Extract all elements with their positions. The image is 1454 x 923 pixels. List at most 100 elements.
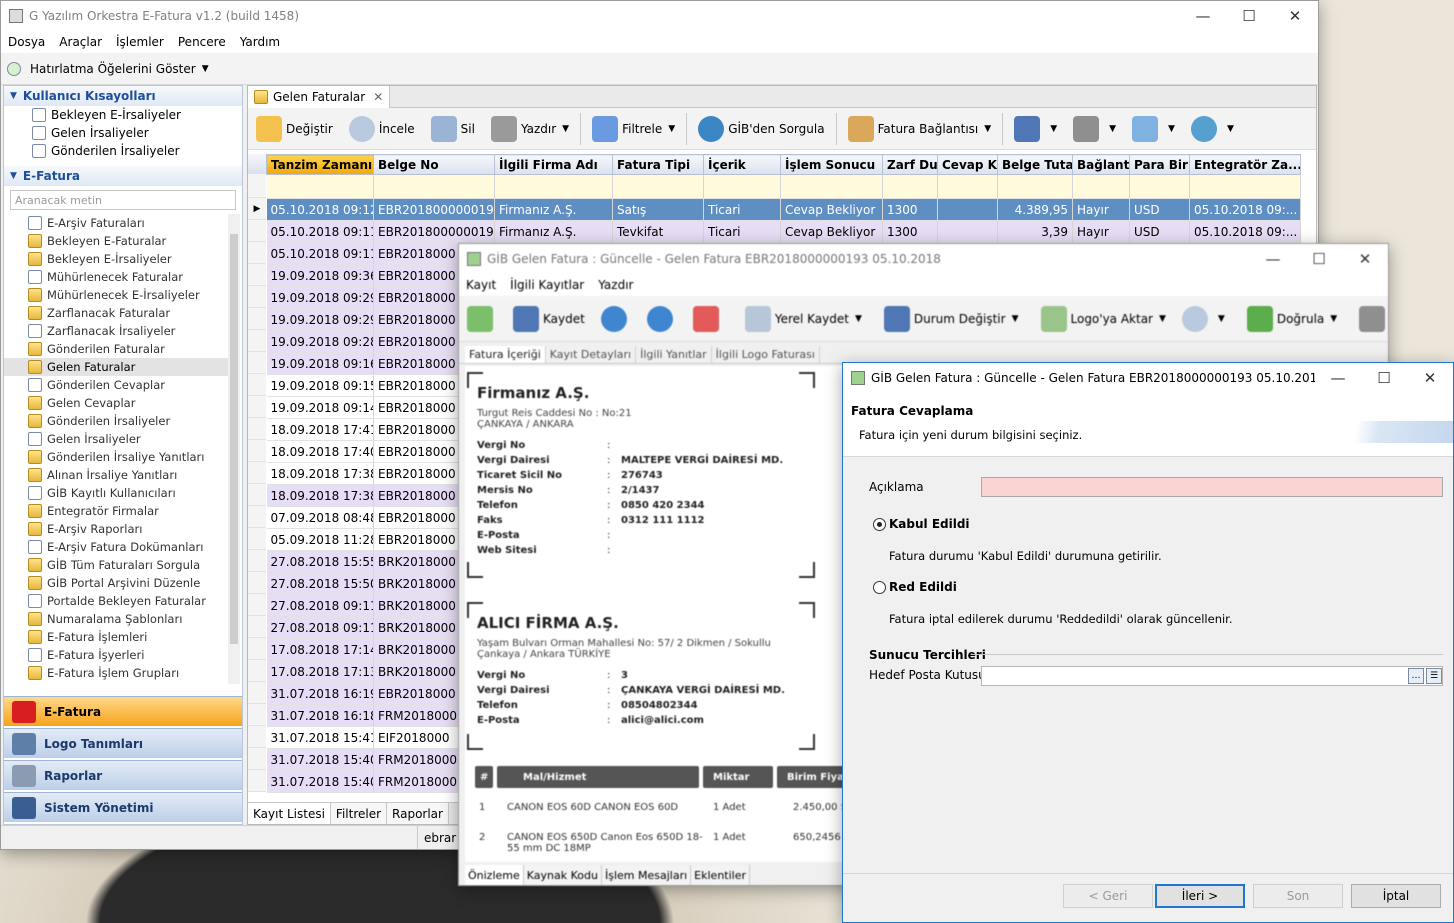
shortcut-item[interactable]: Gönderilen İrsaliyeler bbox=[4, 142, 242, 160]
menu-ilgili-kayitlar[interactable]: İlgili Kayıtlar bbox=[503, 278, 591, 292]
shortcut-item[interactable]: Gelen İrsaliyeler bbox=[4, 124, 242, 142]
nav-sistem-yonetimi[interactable]: Sistem Yönetimi bbox=[4, 792, 242, 822]
print-button[interactable]: Yazdır ▼ bbox=[483, 111, 577, 147]
back-button[interactable]: < Geri bbox=[1063, 884, 1153, 908]
tree-item[interactable]: Bekleyen E-İrsaliyeler bbox=[4, 250, 230, 268]
scrollbar-thumb[interactable] bbox=[230, 234, 238, 644]
filter-cell[interactable] bbox=[1072, 174, 1130, 199]
row-header[interactable] bbox=[248, 682, 266, 704]
list-icon[interactable]: ☰ bbox=[1426, 668, 1442, 684]
tab-eklentiler[interactable]: Eklentiler bbox=[691, 865, 751, 885]
row-header[interactable] bbox=[248, 704, 266, 726]
next-record-button[interactable] bbox=[639, 301, 685, 337]
tree-item[interactable]: GİB Portal Arşivini Düzenle bbox=[4, 574, 230, 592]
tab-gelen-faturalar[interactable]: Gelen Faturalar ✕ bbox=[248, 85, 391, 108]
row-header[interactable] bbox=[248, 418, 266, 440]
gib-query-button[interactable]: GİB'den Sorgula bbox=[690, 111, 832, 147]
tree-item[interactable]: E-Arşiv Faturaları bbox=[4, 214, 230, 232]
attach-dropdown-button[interactable]: ▼ bbox=[1124, 111, 1183, 147]
table-row[interactable]: 05.10.2018 09:11 EBR2018000000192 Firmanız… bbox=[266, 220, 1301, 243]
menu-pencere[interactable]: Pencere bbox=[171, 35, 233, 49]
save-button[interactable]: Kaydet bbox=[505, 301, 593, 337]
table-row[interactable]: 05.10.2018 09:12 EBR2018000000193 Firmanız… bbox=[266, 198, 1301, 221]
close-icon[interactable]: ✕ bbox=[1342, 244, 1388, 274]
print-dropdown-button[interactable]: ▼ bbox=[1065, 111, 1124, 147]
minimize-icon[interactable]: — bbox=[1250, 244, 1296, 274]
tab-filtreler[interactable]: Filtreler bbox=[330, 803, 388, 824]
row-header[interactable] bbox=[248, 572, 266, 594]
row-header[interactable] bbox=[248, 286, 266, 308]
row-header[interactable] bbox=[248, 484, 266, 506]
row-header[interactable] bbox=[248, 242, 266, 264]
tree-item[interactable]: E-Fatura İşyerleri bbox=[4, 646, 230, 664]
filter-cell[interactable] bbox=[1129, 174, 1190, 199]
filter-cell[interactable] bbox=[612, 174, 704, 199]
menu-kayit[interactable]: Kayıt bbox=[459, 278, 503, 292]
efatura-header[interactable]: ▼ E-Fatura bbox=[4, 166, 242, 186]
tab-close-icon[interactable]: ✕ bbox=[373, 90, 383, 104]
chevron-down-icon[interactable]: ▼ bbox=[1012, 314, 1019, 324]
delete-button[interactable]: Sil bbox=[423, 111, 483, 147]
filter-cell[interactable] bbox=[937, 174, 998, 199]
tab-raporlar[interactable]: Raporlar bbox=[387, 803, 449, 824]
filter-cell[interactable] bbox=[997, 174, 1073, 199]
row-header[interactable] bbox=[248, 550, 266, 572]
chevron-down-icon[interactable]: ▼ bbox=[1330, 314, 1337, 324]
tree-item[interactable]: Gönderilen Cevaplar bbox=[4, 376, 230, 394]
tree-item[interactable]: Gelen Faturalar bbox=[4, 358, 230, 376]
menu-yazdir[interactable]: Yazdır bbox=[591, 278, 640, 292]
filter-cell[interactable] bbox=[373, 174, 495, 199]
row-header[interactable] bbox=[248, 748, 266, 770]
row-header[interactable] bbox=[248, 462, 266, 484]
column-header[interactable]: Fatura Tipi bbox=[612, 154, 704, 175]
row-header[interactable] bbox=[248, 660, 266, 682]
tab-islem-mesajlari[interactable]: İşlem Mesajları bbox=[601, 865, 692, 885]
tab-onizleme[interactable]: Önizleme bbox=[465, 865, 524, 885]
invoice-link-button[interactable]: Fatura Bağlantısı ▼ bbox=[840, 111, 1000, 147]
column-header[interactable]: Tanzim Zamanı bbox=[266, 154, 374, 175]
maximize-icon[interactable]: ☐ bbox=[1226, 1, 1272, 31]
row-header[interactable] bbox=[248, 330, 266, 352]
column-header[interactable]: Belge Tutarı bbox=[997, 154, 1073, 175]
tree-item[interactable]: Gönderilen İrsaliye Yanıtları bbox=[4, 448, 230, 466]
tree-item[interactable]: E-Fatura İşlem Grupları bbox=[4, 664, 230, 682]
column-header[interactable]: Belge No bbox=[373, 154, 495, 175]
column-header[interactable]: Entegratör Za... bbox=[1189, 154, 1301, 175]
filter-cell[interactable] bbox=[266, 174, 374, 199]
column-header[interactable]: Zarf Du... bbox=[882, 154, 938, 175]
row-header[interactable] bbox=[248, 616, 266, 638]
browse-icon[interactable]: … bbox=[1408, 668, 1424, 684]
next-button[interactable]: İleri > bbox=[1155, 884, 1245, 908]
row-header[interactable] bbox=[248, 528, 266, 550]
chevron-down-icon[interactable]: ▼ bbox=[1227, 124, 1234, 134]
chevron-down-icon[interactable]: ▼ bbox=[202, 64, 209, 74]
add-button[interactable] bbox=[459, 301, 505, 337]
close-icon[interactable]: ✕ bbox=[1272, 1, 1318, 31]
tree-item[interactable]: Portalde Bekleyen Faturalar bbox=[4, 592, 230, 610]
chevron-down-icon[interactable]: ▼ bbox=[1168, 124, 1175, 134]
search-button[interactable]: ▼ bbox=[1174, 301, 1233, 337]
chevron-down-icon[interactable]: ▼ bbox=[562, 124, 569, 134]
filter-cell[interactable] bbox=[1189, 174, 1301, 199]
tree-item[interactable]: Numaralama Şablonları bbox=[4, 610, 230, 628]
inspect-button[interactable]: İncele bbox=[341, 111, 423, 147]
tab-kayit-listesi[interactable]: Kayıt Listesi bbox=[248, 803, 331, 824]
tree-item[interactable]: GİB Kayıtlı Kullanıcıları bbox=[4, 484, 230, 502]
chevron-down-icon[interactable]: ▼ bbox=[1159, 314, 1166, 324]
tree-item[interactable]: Mühürlenecek E-İrsaliyeler bbox=[4, 286, 230, 304]
menu-islemler[interactable]: İşlemler bbox=[109, 35, 171, 49]
filter-cell[interactable] bbox=[494, 174, 613, 199]
mail-dropdown-button[interactable]: ▼ bbox=[1183, 111, 1242, 147]
tree-item[interactable]: Gönderilen Faturalar bbox=[4, 340, 230, 358]
edit-button[interactable]: Değiştir bbox=[248, 111, 341, 147]
chevron-down-icon[interactable]: ▼ bbox=[1218, 314, 1225, 324]
tree-item[interactable]: GİB Tüm Faturaları Sorgula bbox=[4, 556, 230, 574]
chevron-down-icon[interactable]: ▼ bbox=[984, 124, 991, 134]
row-header[interactable] bbox=[248, 770, 266, 792]
nav-logo-tanimlari[interactable]: Logo Tanımları bbox=[4, 728, 242, 758]
tree-item[interactable]: Entegratör Firmalar bbox=[4, 502, 230, 520]
row-header[interactable] bbox=[248, 352, 266, 374]
menu-dosya[interactable]: Dosya bbox=[1, 35, 52, 49]
filter-cell[interactable] bbox=[780, 174, 883, 199]
maximize-icon[interactable]: ☐ bbox=[1296, 244, 1342, 274]
